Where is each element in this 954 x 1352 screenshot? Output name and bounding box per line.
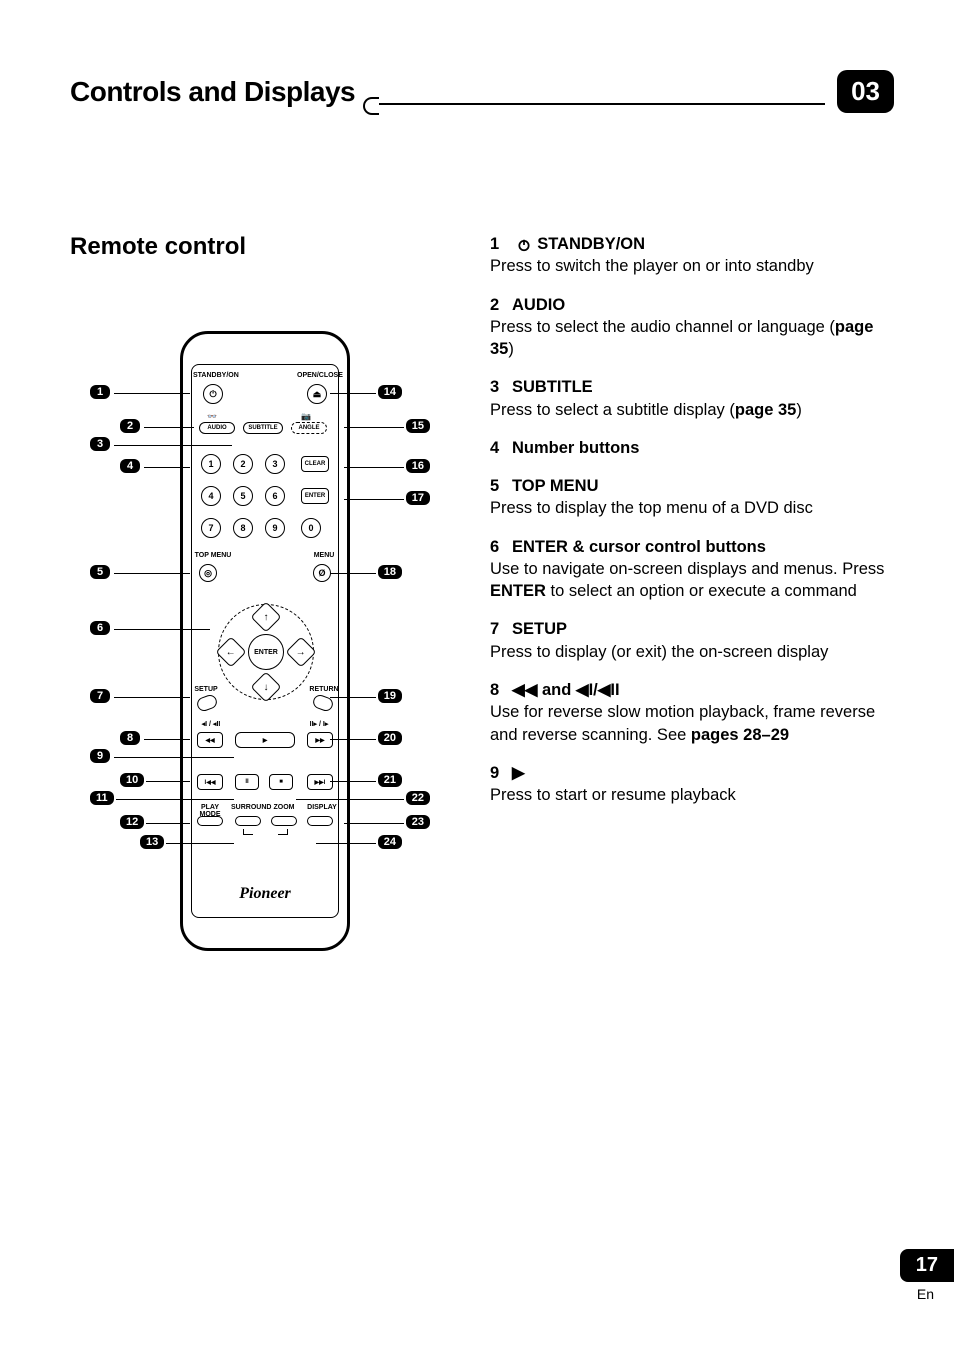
stop-button: ■ <box>269 774 293 790</box>
callout-15: 15 <box>406 419 430 433</box>
enter-button: ENTER <box>301 488 329 504</box>
callout-10: 10 <box>120 773 144 787</box>
callout-11: 11 <box>90 791 114 805</box>
surround-button <box>235 816 261 826</box>
label-topmenu: TOP MENU <box>191 552 235 559</box>
subtitle-button: SUBTITLE <box>243 422 283 434</box>
descriptions-column: 1 STANDBY/ON Press to switch the player … <box>490 233 894 971</box>
callout-6: 6 <box>90 621 110 635</box>
label-rev-slow: ◂I / ◂II <box>193 720 229 728</box>
angle-button: ANGLE <box>291 422 327 434</box>
page-footer: 17 En <box>900 1249 954 1302</box>
section-title: Controls and Displays <box>70 76 355 108</box>
label-openclose: OPEN/CLOSE <box>297 372 337 379</box>
label-zoom: ZOOM <box>269 804 299 811</box>
label-display: DISPLAY <box>305 804 339 811</box>
subheading: Remote control <box>70 233 450 261</box>
next-button: ▶▶I <box>307 774 333 790</box>
brand-logo: Pioneer <box>183 885 347 903</box>
playmode-button <box>197 816 223 826</box>
callout-7: 7 <box>90 689 110 703</box>
desc-5: 5TOP MENU Press to display the top menu … <box>490 475 894 520</box>
clear-button: CLEAR <box>301 456 329 472</box>
callout-23: 23 <box>406 815 430 829</box>
callout-17: 17 <box>406 491 430 505</box>
header-rule <box>373 103 825 105</box>
topmenu-button: ◎ <box>199 564 217 582</box>
num-7: 7 <box>201 518 221 538</box>
audio-button: AUDIO <box>199 422 235 434</box>
chapter-badge: 03 <box>837 70 894 113</box>
page-header: Controls and Displays 03 <box>70 70 894 113</box>
callout-18: 18 <box>378 565 402 579</box>
callout-5: 5 <box>90 565 110 579</box>
label-surround: SURROUND <box>231 804 269 811</box>
callout-20: 20 <box>378 731 402 745</box>
num-1: 1 <box>201 454 221 474</box>
callout-13: 13 <box>140 835 164 849</box>
callout-21: 21 <box>378 773 402 787</box>
num-9: 9 <box>265 518 285 538</box>
rew-button: ◀◀ <box>197 732 223 748</box>
callout-2: 2 <box>120 419 140 433</box>
callout-24: 24 <box>378 835 402 849</box>
num-6: 6 <box>265 486 285 506</box>
play-button: ▶ <box>235 732 295 748</box>
desc-7: 7SETUP Press to display (or exit) the on… <box>490 618 894 663</box>
prev-button: I◀◀ <box>197 774 223 790</box>
label-standby: STANDBY/ON <box>193 372 233 379</box>
num-5: 5 <box>233 486 253 506</box>
desc-9: 9▶ Press to start or resume playback <box>490 762 894 807</box>
ffwd-button: ▶▶ <box>307 732 333 748</box>
desc-8: 8◀◀ and ◀I/◀II Use for reverse slow moti… <box>490 679 894 746</box>
dpad-enter: ENTER <box>248 634 284 670</box>
dpad: ↑ ↓ ← → ENTER <box>218 604 314 700</box>
callout-4: 4 <box>120 459 140 473</box>
label-setup: SETUP <box>191 686 221 693</box>
pause-button: II <box>235 774 259 790</box>
label-return: RETURN <box>307 686 341 693</box>
label-menu: MENU <box>309 552 339 559</box>
label-fwd-slow: II▸ / I▸ <box>301 720 337 728</box>
num-8: 8 <box>233 518 253 538</box>
remote-outline: STANDBY/ON OPEN/CLOSE ⏻ ⏏ AUDIO SUBTITLE… <box>180 331 350 951</box>
display-button <box>307 816 333 826</box>
callout-9: 9 <box>90 749 110 763</box>
page-number-badge: 17 <box>900 1249 954 1282</box>
callout-19: 19 <box>378 689 402 703</box>
standby-button: ⏻ <box>203 384 223 404</box>
zoom-button <box>271 816 297 826</box>
desc-2: 2AUDIO Press to select the audio channel… <box>490 294 894 361</box>
callout-22: 22 <box>406 791 430 805</box>
desc-3: 3SUBTITLE Press to select a subtitle dis… <box>490 376 894 421</box>
desc-4: 4Number buttons <box>490 437 894 459</box>
num-4: 4 <box>201 486 221 506</box>
callout-16: 16 <box>406 459 430 473</box>
num-0: 0 <box>301 518 321 538</box>
eject-button: ⏏ <box>307 384 327 404</box>
callout-12: 12 <box>120 815 144 829</box>
callout-3: 3 <box>90 437 110 451</box>
desc-1: 1 STANDBY/ON Press to switch the player … <box>490 233 894 278</box>
callout-8: 8 <box>120 731 140 745</box>
menu-button: Ø <box>313 564 331 582</box>
desc-6: 6ENTER & cursor control buttons Use to n… <box>490 536 894 603</box>
remote-diagram: STANDBY/ON OPEN/CLOSE ⏻ ⏏ AUDIO SUBTITLE… <box>90 311 430 971</box>
num-2: 2 <box>233 454 253 474</box>
power-icon <box>517 238 531 252</box>
callout-1: 1 <box>90 385 110 399</box>
language-code: En <box>900 1286 934 1302</box>
callout-14: 14 <box>378 385 402 399</box>
num-3: 3 <box>265 454 285 474</box>
